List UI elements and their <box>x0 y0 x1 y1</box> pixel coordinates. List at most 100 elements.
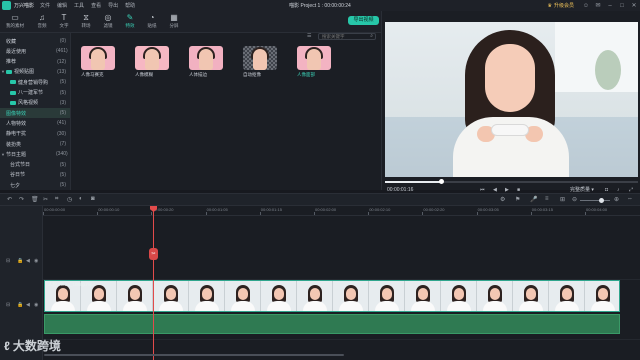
track-eye-icon[interactable]: ◉ <box>34 258 38 264</box>
category-item[interactable]: 台式节日 (5) <box>0 160 70 170</box>
voiceover-icon[interactable]: ≡ <box>545 196 549 202</box>
menu-edit[interactable]: 编辑 <box>57 2 67 9</box>
undo-icon[interactable]: ↶ <box>7 196 12 203</box>
zoom-out-icon[interactable]: ⊖ <box>572 196 577 203</box>
quality-select[interactable]: 完整质量 ▾ <box>570 186 594 193</box>
category-item[interactable]: 最近使用 (461) <box>0 46 70 56</box>
mic-icon[interactable]: 🎤 <box>530 196 537 203</box>
frame-figure <box>375 301 399 311</box>
preview-panel: 00:00:01:16 ⏮ ◀ ▶ ■ 完整质量 ▾ ◘ ♪ ⤢ <box>381 11 640 193</box>
category-item[interactable]: 人物特效 (41) <box>0 118 70 128</box>
video-clip[interactable]: 人脸 Pillow_1080p.mp4 <box>44 280 620 312</box>
frame-figure <box>447 301 471 311</box>
category-item[interactable]: 收藏 (0) <box>0 36 70 46</box>
ruler-tick-label: 00:00:02:10 <box>369 207 391 212</box>
category-item[interactable]: 静电干扰 (30) <box>0 129 70 139</box>
fit-timeline-icon[interactable]: ⇔ <box>627 196 633 202</box>
tool-filter[interactable]: ◎ 滤镜 <box>97 12 119 32</box>
clip-frame-thumbnail <box>261 281 297 311</box>
category-item[interactable]: 健身营销导购 (5) <box>0 77 70 87</box>
preview-progress[interactable] <box>385 179 638 184</box>
category-item[interactable]: 推荐 (12) <box>0 57 70 67</box>
user-icon[interactable]: ☺ <box>580 0 592 11</box>
upgrade-button[interactable]: ♛ 升级会员 <box>548 2 575 10</box>
delete-icon[interactable]: 🗑 <box>31 196 39 203</box>
category-item[interactable]: 装扮类 (7) <box>0 139 70 149</box>
ruler-tick <box>97 212 99 215</box>
color-icon[interactable]: ◐ <box>79 196 83 202</box>
message-icon[interactable]: ✉ <box>592 0 604 11</box>
track-row-1[interactable] <box>43 242 640 280</box>
crop-icon[interactable]: ⌗ <box>55 196 58 203</box>
speed-icon[interactable]: ◷ <box>67 196 72 203</box>
marker-icon[interactable]: ⚑ <box>515 196 520 203</box>
zoom-slider[interactable] <box>580 198 610 203</box>
clip-title: 人脸 Pillow_1080p.mp4 <box>48 282 96 287</box>
track-mute-icon[interactable]: ◀ <box>26 302 30 308</box>
timeline-scrollbar[interactable] <box>44 354 344 356</box>
frame-figure <box>51 301 75 311</box>
progress-knob[interactable] <box>438 179 444 184</box>
category-item[interactable]: 风格视频 (3) <box>0 98 70 108</box>
frame-figure <box>382 288 392 300</box>
track-mute-icon[interactable]: ◀ <box>26 258 30 264</box>
export-button[interactable]: 导出视频 <box>348 16 379 25</box>
thumbnail-badge-icon <box>10 90 16 95</box>
menu-view[interactable]: 查看 <box>91 2 101 9</box>
music-icon: ♫ <box>39 13 45 22</box>
menu-export[interactable]: 导出 <box>108 2 118 9</box>
filter-icon[interactable]: ☰ <box>307 33 311 39</box>
close-icon[interactable]: ✕ <box>628 0 640 11</box>
menu-tools[interactable]: 工具 <box>74 2 84 9</box>
effect-thumbnail[interactable] <box>189 46 223 70</box>
effect-thumbnail[interactable] <box>297 46 331 70</box>
tool-text[interactable]: T 文字 <box>53 12 75 32</box>
thumbnail-face <box>91 49 105 70</box>
tool-my-media[interactable]: ▭ 我的素材 <box>4 12 26 32</box>
render-icon[interactable]: ⚙ <box>500 196 505 203</box>
title-bar: 万兴喵影 文件 编辑 工具 查看 导出 帮助 喵影 Project 1 : 00… <box>0 0 640 11</box>
menu-help[interactable]: 帮助 <box>125 2 135 9</box>
category-item[interactable]: ▼ 节日主题 (340) <box>0 149 70 159</box>
effect-thumbnail[interactable] <box>135 46 169 70</box>
frame-figure <box>310 288 320 300</box>
category-item[interactable]: 八一建军节 (5) <box>0 88 70 98</box>
snap-icon[interactable]: ⊞ <box>560 196 565 203</box>
category-item[interactable]: 图像特效 (5) <box>0 108 70 119</box>
maximize-icon[interactable]: □ <box>616 0 628 11</box>
category-count: (5) <box>59 89 66 96</box>
clip-frame-thumbnail <box>153 281 189 311</box>
cut-icon[interactable]: ✂ <box>43 196 48 203</box>
minimize-icon[interactable]: – <box>604 0 616 11</box>
tool-sticker[interactable]: ◔ 贴纸 <box>141 12 163 32</box>
mask-icon[interactable]: ◙ <box>91 196 95 202</box>
track-eye-icon[interactable]: ◉ <box>34 302 38 308</box>
effect-thumbnail[interactable] <box>243 46 277 70</box>
ruler-tick <box>368 212 370 215</box>
tool-label: 音频 <box>37 23 47 28</box>
redo-icon[interactable]: ↷ <box>19 196 24 203</box>
audio-clip[interactable] <box>44 314 620 334</box>
video-plant <box>595 50 621 90</box>
playhead-line[interactable] <box>153 206 154 360</box>
track-lock-icon[interactable]: 🔒 <box>17 258 23 264</box>
preview-video[interactable] <box>385 22 638 177</box>
tool-transition[interactable]: ⧖ 转场 <box>75 12 97 32</box>
zoom-in-icon[interactable]: ⊕ <box>614 196 619 203</box>
search-box[interactable]: ⌕ <box>318 33 376 40</box>
time-ruler[interactable]: 00:00:00:00 00:00:00:10 00:00:00:20 00:00:0… <box>43 206 640 216</box>
playhead-marker-icon[interactable]: ✂ <box>149 248 158 260</box>
category-item[interactable]: ▼ 视频贴图 (13) <box>0 67 70 77</box>
category-item[interactable]: 七夕 (5) <box>0 180 70 190</box>
thumbnail-badge-icon <box>10 100 16 105</box>
search-input[interactable] <box>322 34 368 39</box>
tool-effects[interactable]: ✎ 特效 <box>119 12 141 32</box>
menu-file[interactable]: 文件 <box>40 2 50 9</box>
zoom-knob[interactable] <box>599 198 604 203</box>
category-item[interactable]: 谷日节 (5) <box>0 170 70 180</box>
tool-splitscreen[interactable]: ▦ 分屏 <box>163 12 185 32</box>
track-lock-icon[interactable]: 🔒 <box>17 302 23 308</box>
sticker-icon: ◔ <box>149 13 155 22</box>
tool-audio[interactable]: ♫ 音频 <box>31 12 53 32</box>
effect-thumbnail[interactable] <box>81 46 115 70</box>
